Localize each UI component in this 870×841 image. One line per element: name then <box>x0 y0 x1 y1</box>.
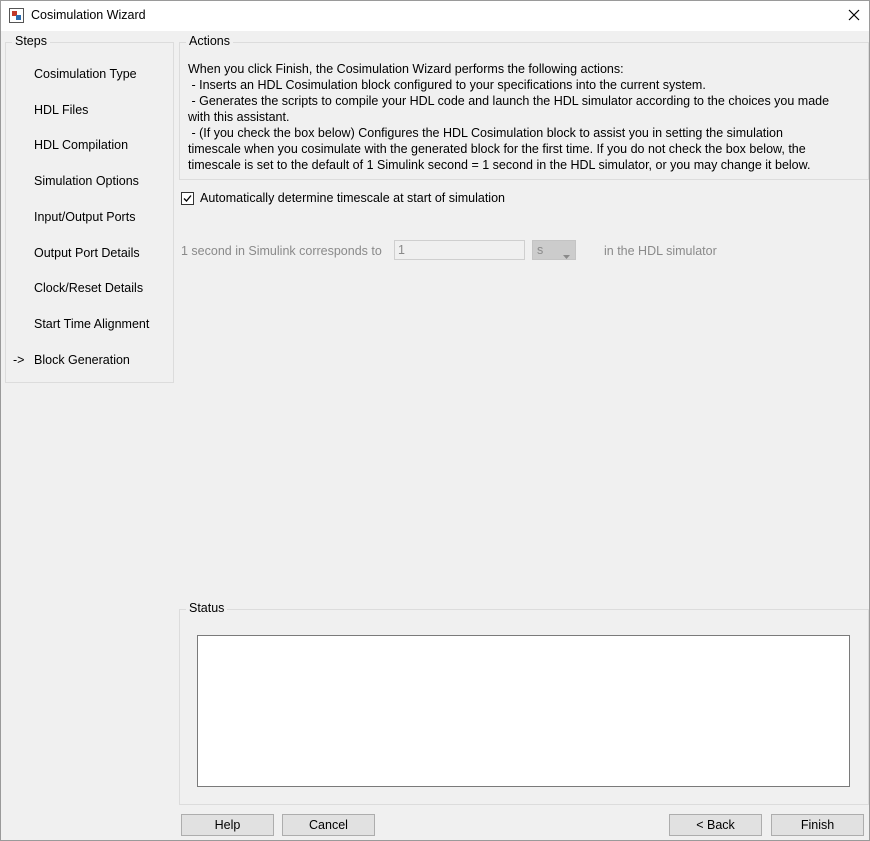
step-clock-reset-details: Clock/Reset Details <box>34 281 144 295</box>
cancel-button[interactable]: Cancel <box>282 814 375 836</box>
timescale-unit-value: s <box>537 243 544 257</box>
timescale-label: 1 second in Simulink corresponds to <box>181 244 382 258</box>
timescale-unit-select[interactable]: s <box>532 240 576 260</box>
actions-line: with this assistant. <box>188 110 290 124</box>
status-legend: Status <box>186 601 228 615</box>
finish-button[interactable]: Finish <box>771 814 864 836</box>
auto-timescale-option[interactable]: Automatically determine timescale at sta… <box>181 191 505 205</box>
actions-panel: Actions When you click Finish, the Cosim… <box>179 34 869 180</box>
actions-description: When you click Finish, the Cosimulation … <box>188 61 858 173</box>
wizard-window: Cosimulation Wizard Steps Cosimulation T… <box>0 0 870 841</box>
actions-line: timescale is set to the default of 1 Sim… <box>188 158 811 172</box>
hdl-simulator-label: in the HDL simulator <box>604 244 717 258</box>
chevron-down-icon <box>563 248 570 262</box>
step-start-time-alignment: Start Time Alignment <box>34 317 150 331</box>
checkmark-icon <box>183 194 192 202</box>
auto-timescale-checkbox[interactable] <box>181 191 194 205</box>
back-button[interactable]: < Back <box>669 814 762 836</box>
step-output-port-details: Output Port Details <box>34 246 140 260</box>
step-cosimulation-type: Cosimulation Type <box>34 67 137 81</box>
actions-line: - (If you check the box below) Configure… <box>188 126 783 140</box>
current-step-marker: -> <box>13 353 25 367</box>
actions-legend: Actions <box>186 34 233 48</box>
actions-line: When you click Finish, the Cosimulation … <box>188 62 624 76</box>
title-bar: Cosimulation Wizard <box>1 1 869 31</box>
close-button[interactable] <box>839 1 869 31</box>
step-hdl-compilation: HDL Compilation <box>34 138 129 152</box>
step-input-output-ports: Input/Output Ports <box>34 210 136 224</box>
step-hdl-files: HDL Files <box>34 103 89 117</box>
steps-legend: Steps <box>12 34 50 48</box>
actions-line: - Inserts an HDL Cosimulation block conf… <box>188 78 706 92</box>
steps-panel: Steps Cosimulation Type HDL Files HDL Co… <box>5 34 174 383</box>
timescale-value-input[interactable] <box>394 240 525 260</box>
actions-line: - Generates the scripts to compile your … <box>188 94 830 108</box>
step-block-generation: Block Generation <box>34 353 130 367</box>
auto-timescale-label: Automatically determine timescale at sta… <box>200 191 505 205</box>
status-panel: Status <box>179 601 869 805</box>
status-text-area[interactable] <box>197 635 850 787</box>
step-simulation-options: Simulation Options <box>34 174 139 188</box>
close-icon <box>848 9 860 24</box>
window-title: Cosimulation Wizard <box>31 8 146 22</box>
actions-line: timescale when you cosimulate with the g… <box>188 142 806 156</box>
help-button[interactable]: Help <box>181 814 274 836</box>
app-icon <box>9 8 24 23</box>
